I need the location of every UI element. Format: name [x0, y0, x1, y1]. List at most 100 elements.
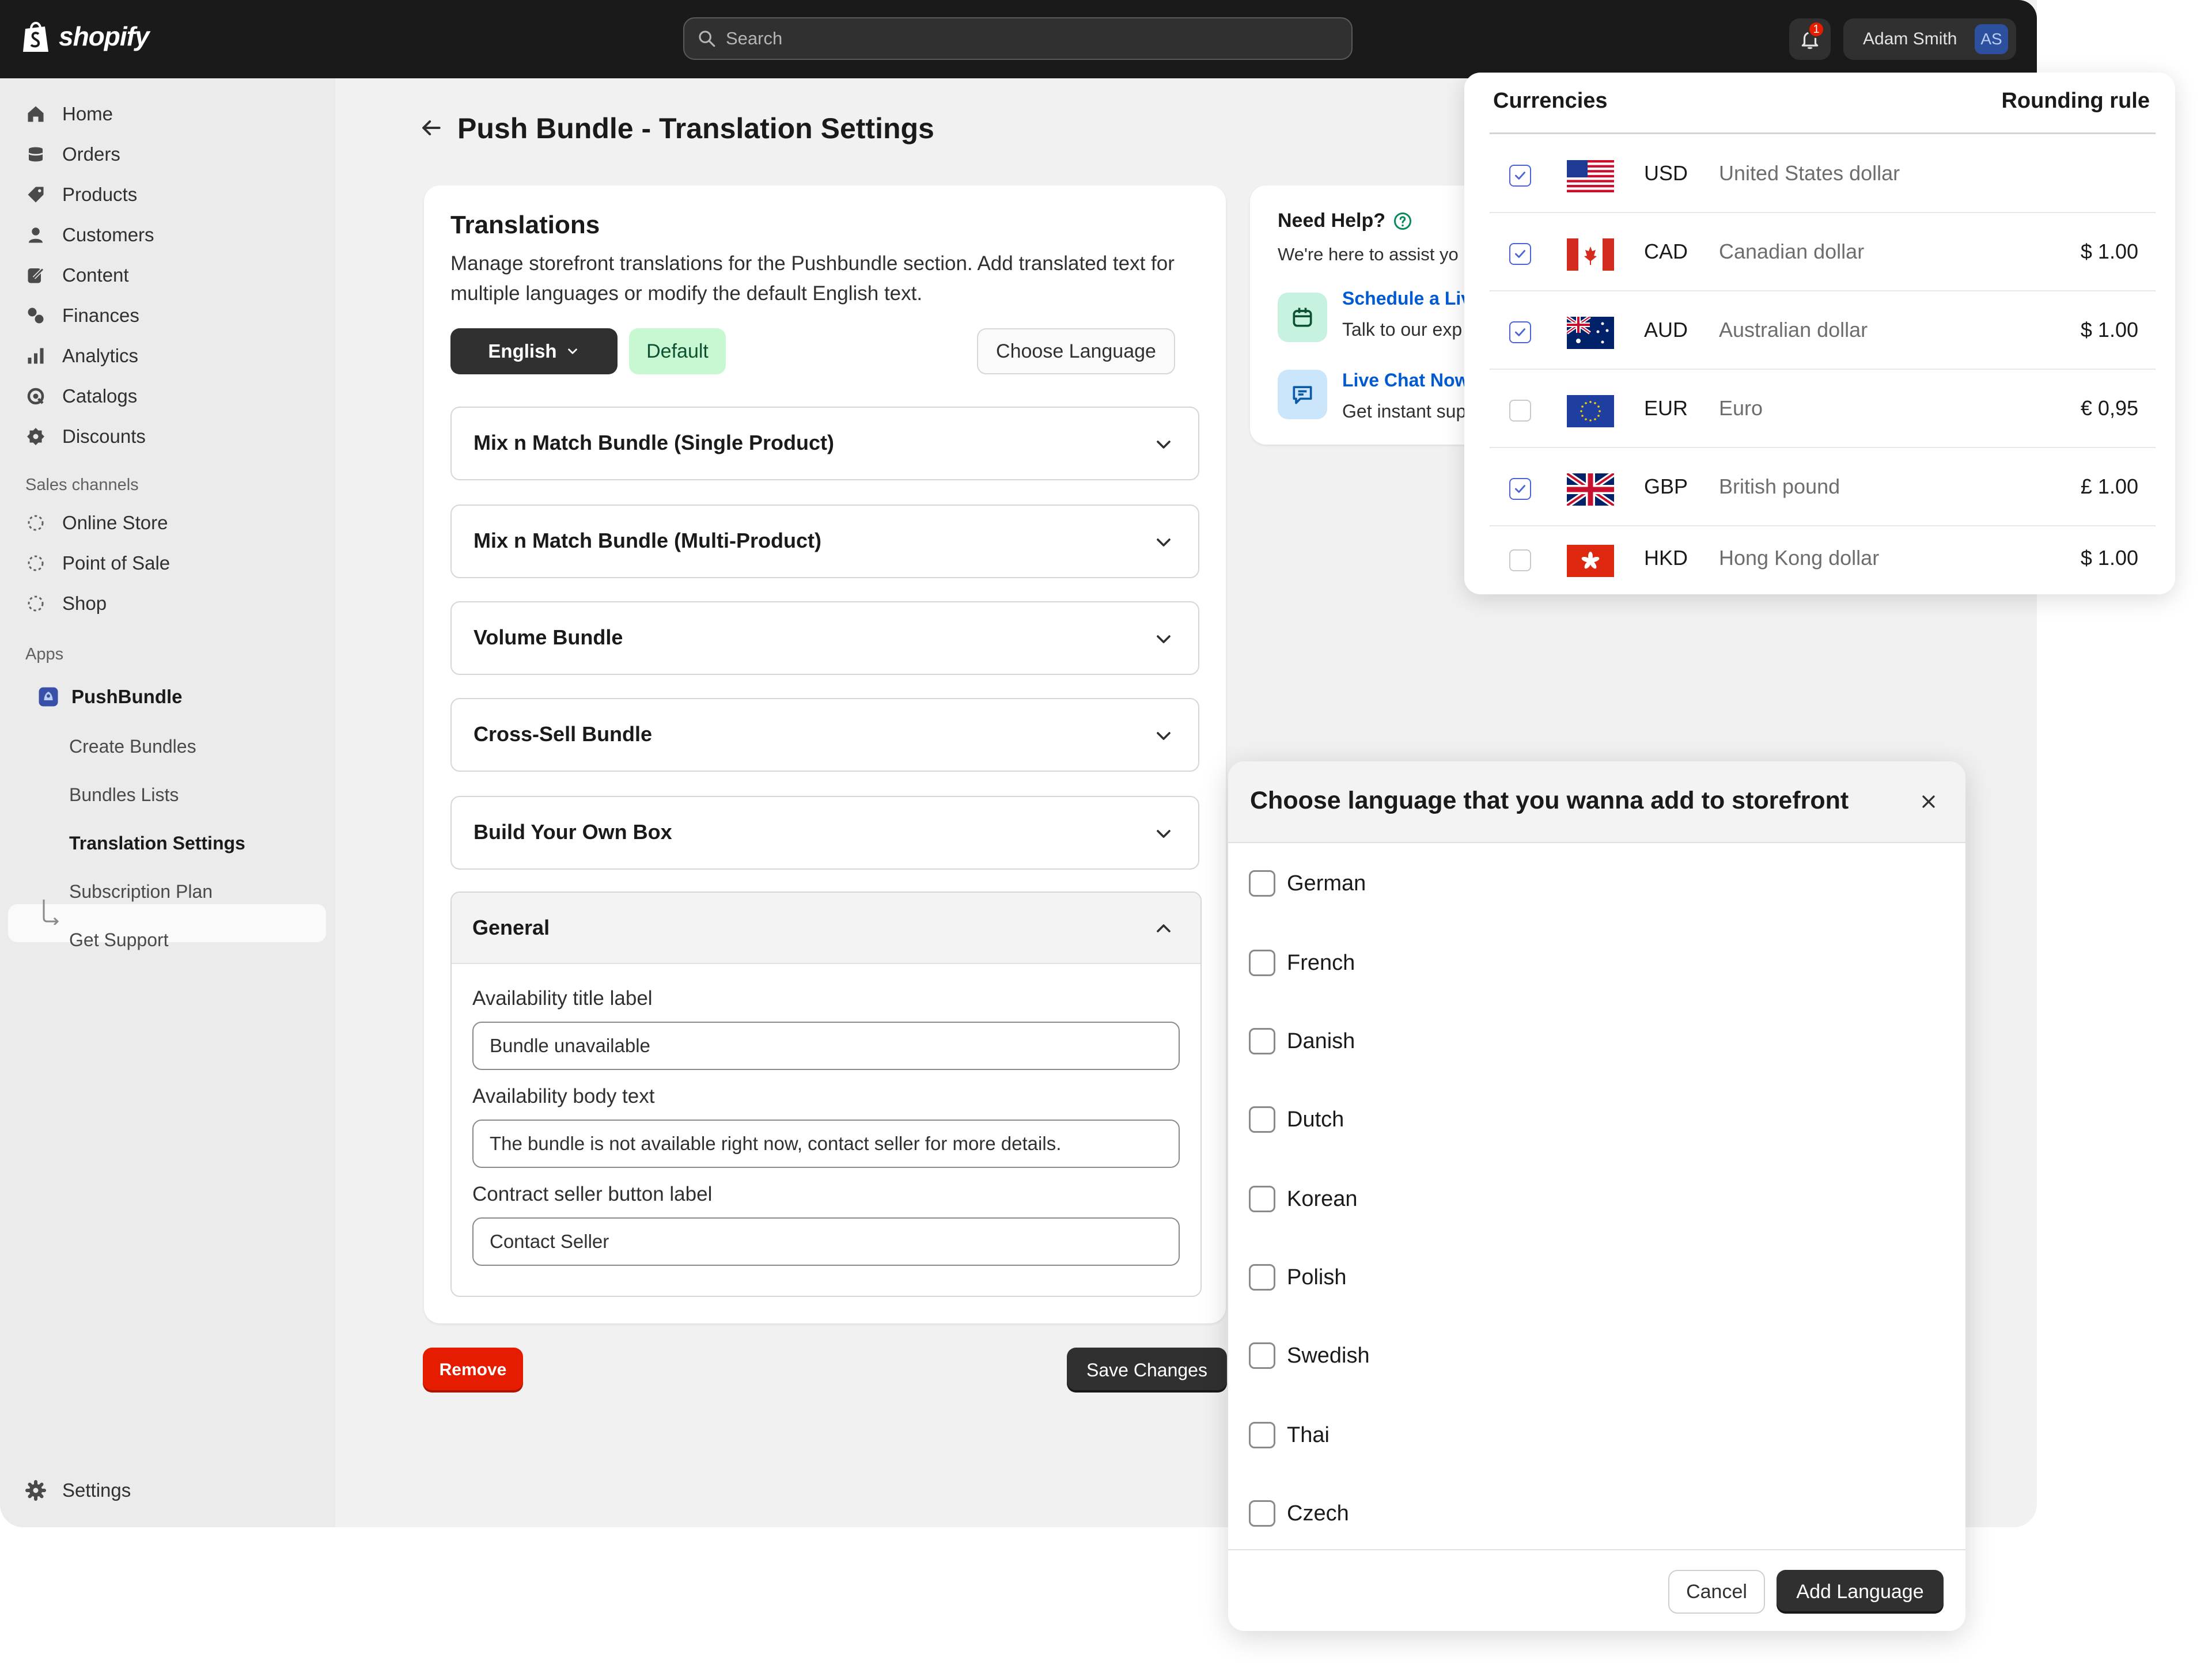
chevron-down-icon — [567, 348, 577, 354]
sidebar-item-customers[interactable]: Customers — [25, 219, 154, 251]
language-checkbox[interactable] — [1249, 1106, 1275, 1133]
language-name: French — [1287, 950, 1355, 975]
orders-icon — [28, 147, 43, 162]
sidebar-subitem-create-bundles[interactable]: Create Bundles — [69, 736, 196, 757]
sidebar-item-label: Shop — [62, 593, 107, 614]
search-bar[interactable] — [683, 17, 1353, 60]
language-option-german[interactable]: German — [1249, 866, 1366, 901]
currency-code: USD — [1644, 161, 1688, 185]
chat-icon — [1278, 370, 1327, 419]
language-option-korean[interactable]: Korean — [1249, 1182, 1358, 1216]
currency-row-aud: AUD Australian dollar $ 1.00 — [1490, 291, 2156, 370]
language-name: Danish — [1287, 1029, 1355, 1053]
currency-name: Australian dollar — [1719, 318, 1868, 342]
accordion-cross-sell[interactable]: Cross-Sell Bundle — [450, 698, 1199, 772]
sidebar-item-content[interactable]: Content — [25, 259, 129, 291]
rounding-amount: € 0,95 — [2080, 396, 2138, 420]
tag-icon — [28, 187, 44, 203]
rounding-amount: £ 1.00 — [2080, 475, 2138, 498]
language-option-thai[interactable]: Thai — [1249, 1418, 1330, 1452]
save-changes-button[interactable]: Save Changes — [1067, 1348, 1227, 1393]
accordion-mix-match-single[interactable]: Mix n Match Bundle (Single Product) — [450, 407, 1199, 480]
currency-checkbox-unchecked[interactable] — [1509, 549, 1531, 571]
person-icon — [29, 227, 43, 243]
currency-checkbox-checked[interactable] — [1509, 478, 1531, 500]
sidebar-subitem-translation-settings[interactable]: Translation Settings — [69, 833, 245, 854]
contact-seller-input[interactable] — [472, 1217, 1180, 1266]
chevron-down-icon — [1157, 830, 1171, 838]
currency-row-cad: CAD Canadian dollar $ 1.00 — [1490, 213, 2156, 291]
sidebar-item-orders[interactable]: Orders — [25, 138, 120, 170]
currency-checkbox-checked[interactable] — [1509, 243, 1531, 265]
language-checkbox[interactable] — [1249, 1422, 1275, 1448]
search-icon — [699, 31, 715, 47]
sidebar-item-discounts[interactable]: Discounts — [25, 420, 146, 453]
sidebar-item-point-of-sale[interactable]: Point of Sale — [25, 547, 170, 579]
back-arrow-icon[interactable] — [418, 115, 444, 141]
language-checkbox[interactable] — [1249, 1186, 1275, 1212]
rounding-amount: $ 1.00 — [2080, 318, 2138, 342]
language-checkbox[interactable] — [1249, 950, 1275, 976]
language-option-french[interactable]: French — [1249, 946, 1355, 980]
user-menu[interactable]: Adam Smith AS — [1843, 18, 2016, 60]
sidebar-item-shop[interactable]: Shop — [25, 587, 107, 620]
sidebar-item-analytics[interactable]: Analytics — [25, 340, 138, 372]
shopify-logo[interactable]: shopify — [22, 20, 150, 53]
language-checkbox[interactable] — [1249, 1028, 1275, 1054]
currency-checkbox-checked[interactable] — [1509, 321, 1531, 343]
remove-button[interactable]: Remove — [423, 1348, 523, 1393]
translations-card: Translations Manage storefront translati… — [424, 185, 1226, 1323]
sidebar-item-online-store[interactable]: Online Store — [25, 507, 168, 539]
search-input[interactable] — [725, 28, 1303, 50]
language-option-dutch[interactable]: Dutch — [1249, 1102, 1344, 1137]
sidebar-item-pushbundle[interactable]: PushBundle — [38, 681, 183, 713]
sidebar-subitem-bundles-lists[interactable]: Bundles Lists — [69, 784, 179, 806]
language-name: Dutch — [1287, 1107, 1344, 1132]
shopify-bag-icon — [23, 22, 48, 52]
language-checkbox[interactable] — [1249, 1264, 1275, 1291]
accordion-mix-match-multi[interactable]: Mix n Match Bundle (Multi-Product) — [450, 504, 1199, 578]
language-option-czech[interactable]: Czech — [1249, 1496, 1349, 1531]
accordion-title: Volume Bundle — [474, 625, 623, 649]
help-title: Need Help? — [1278, 210, 1413, 232]
catalog-icon — [27, 388, 44, 405]
live-chat-link[interactable]: Live Chat Now — [1342, 370, 1469, 391]
language-option-swedish[interactable]: Swedish — [1249, 1338, 1370, 1373]
language-option-danish[interactable]: Danish — [1249, 1024, 1355, 1058]
schedule-call-link[interactable]: Schedule a Liv — [1342, 288, 1471, 309]
sidebar-item-catalogs[interactable]: Catalogs — [25, 380, 137, 412]
language-name: Czech — [1287, 1501, 1349, 1526]
language-checkbox[interactable] — [1249, 1500, 1275, 1527]
language-selector-button[interactable]: English — [450, 328, 618, 374]
sidebar-subitem-subscription-plan[interactable]: Subscription Plan — [69, 881, 213, 902]
sidebar-item-finances[interactable]: Finances — [25, 299, 139, 332]
sidebar-item-home[interactable]: Home — [25, 98, 113, 130]
accordion-volume-bundle[interactable]: Volume Bundle — [450, 601, 1199, 675]
currency-checkbox-unchecked[interactable] — [1509, 400, 1531, 422]
language-option-polish[interactable]: Polish — [1249, 1260, 1347, 1295]
page-title: Push Bundle - Translation Settings — [457, 112, 934, 145]
choose-language-button[interactable]: Choose Language — [977, 328, 1175, 374]
availability-body-input[interactable] — [472, 1120, 1180, 1168]
sidebar-item-label: Point of Sale — [62, 552, 171, 574]
cancel-button[interactable]: Cancel — [1668, 1570, 1765, 1614]
currency-name: Euro — [1719, 396, 1763, 420]
eu-flag-icon — [1567, 395, 1614, 427]
currency-checkbox-checked[interactable] — [1509, 165, 1531, 187]
accordion-general-header[interactable]: General — [452, 893, 1200, 964]
language-checkbox[interactable] — [1249, 870, 1275, 897]
availability-title-input[interactable] — [472, 1022, 1180, 1070]
sidebar-subitem-get-support[interactable]: Get Support — [69, 929, 169, 951]
discount-icon — [27, 428, 44, 445]
bar-chart-icon — [28, 348, 44, 364]
currency-row-gbp: GBP British pound £ 1.00 — [1490, 448, 2156, 526]
accordion-build-your-own-box[interactable]: Build Your Own Box — [450, 796, 1199, 870]
accordion-title: Cross-Sell Bundle — [474, 722, 653, 746]
add-language-button[interactable]: Add Language — [1777, 1570, 1944, 1614]
close-icon[interactable] — [1918, 791, 1939, 812]
sidebar-item-products[interactable]: Products — [25, 179, 137, 211]
sidebar-item-settings[interactable]: Settings — [25, 1474, 131, 1507]
language-checkbox[interactable] — [1249, 1342, 1275, 1369]
checkmark-icon — [1515, 250, 1525, 258]
user-name: Adam Smith — [1863, 29, 1957, 48]
